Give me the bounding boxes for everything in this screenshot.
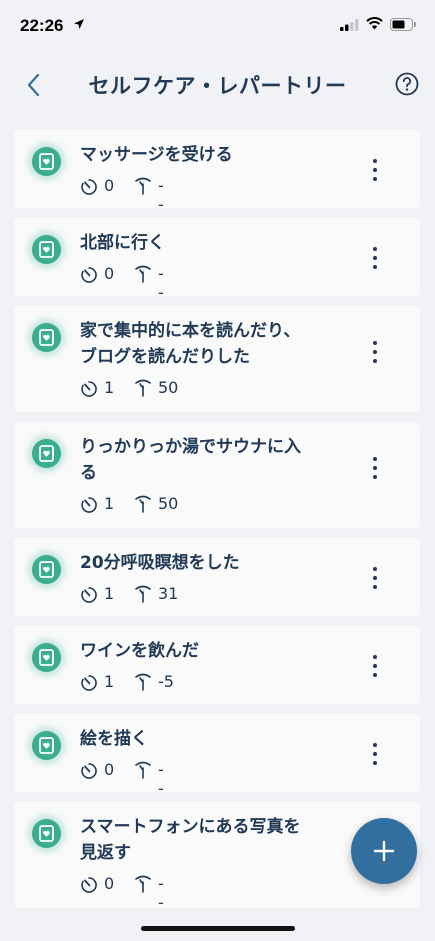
item-title: スマートフォンにある写真を 見返す — [80, 814, 340, 866]
more-vertical-icon[interactable] — [363, 337, 387, 367]
self-care-card-icon — [32, 147, 61, 176]
thermometer-icon — [135, 875, 151, 893]
item-title-line-1: マッサージを受ける — [80, 145, 233, 165]
item-title-line-1: 家で集中的に本を読んだり、 — [80, 321, 301, 341]
self-care-card-icon — [32, 555, 61, 584]
timer-icon — [81, 497, 97, 513]
item-count: 1 — [104, 494, 115, 513]
item-value: -- — [158, 264, 164, 302]
item-title-line-2: ブログを読んだりした — [80, 347, 250, 367]
list-item[interactable]: 20分呼吸瞑想をした 1 31 — [14, 538, 420, 616]
item-title-line-1: 20分呼吸瞑想をした — [80, 553, 240, 573]
timer-icon — [81, 877, 97, 893]
timer-icon — [81, 587, 97, 603]
self-care-card-icon — [32, 643, 61, 672]
list-item[interactable]: りっかりっか湯でサウナに入 る 1 50 — [14, 422, 420, 528]
item-count: 0 — [104, 874, 115, 893]
thermometer-icon — [135, 379, 151, 397]
item-title-line-1: ワインを飲んだ — [80, 641, 199, 661]
self-care-card-icon — [32, 819, 61, 848]
status-bar: 22:26 — [0, 0, 435, 52]
navigation-bar: セルフケア・レパートリー — [0, 52, 435, 116]
self-care-card-icon — [32, 235, 61, 264]
list-item[interactable]: マッサージを受ける 0 -- — [14, 130, 420, 214]
item-value: 50 — [158, 494, 179, 513]
home-indicator — [141, 926, 295, 931]
timer-icon — [81, 675, 97, 691]
thermometer-icon — [135, 673, 151, 691]
page-title: セルフケア・レパートリー — [88, 74, 347, 98]
add-button[interactable] — [351, 818, 417, 884]
item-title-line-2: 見返す — [80, 843, 131, 863]
item-value: -- — [158, 760, 164, 798]
item-title: マッサージを受ける — [80, 142, 340, 168]
item-value: 31 — [158, 584, 179, 603]
item-value: -5 — [158, 672, 174, 691]
item-count: 0 — [104, 176, 115, 195]
item-count: 0 — [104, 264, 115, 283]
help-icon[interactable] — [395, 72, 419, 96]
timer-icon — [81, 763, 97, 779]
self-care-card-icon — [32, 731, 61, 760]
item-count: 1 — [104, 584, 115, 603]
more-vertical-icon[interactable] — [363, 563, 387, 593]
item-title-line-2: る — [80, 463, 97, 483]
list-item[interactable]: 家で集中的に本を読んだり、 ブログを読んだりした 1 50 — [14, 306, 420, 412]
item-title-line-1: りっかりっか湯でサウナに入 — [80, 437, 301, 457]
item-title-line-1: 北部に行く — [80, 233, 165, 253]
list-item[interactable]: 絵を描く 0 -- — [14, 714, 420, 798]
thermometer-icon — [135, 495, 151, 513]
item-title: 北部に行く — [80, 230, 340, 256]
item-title: りっかりっか湯でサウナに入 る — [80, 434, 340, 486]
item-title: 20分呼吸瞑想をした — [80, 550, 340, 576]
list-item[interactable]: ワインを飲んだ 1 -5 — [14, 626, 420, 704]
more-vertical-icon[interactable] — [363, 453, 387, 483]
item-title: 絵を描く — [80, 726, 340, 752]
more-vertical-icon[interactable] — [363, 739, 387, 769]
thermometer-icon — [135, 265, 151, 283]
item-count: 1 — [104, 378, 115, 397]
cellular-signal-icon — [340, 19, 359, 31]
item-count: 1 — [104, 672, 115, 691]
wifi-icon — [366, 17, 383, 30]
status-time: 22:26 — [20, 16, 64, 35]
thermometer-icon — [135, 761, 151, 779]
item-value: -- — [158, 874, 164, 912]
item-title: ワインを飲んだ — [80, 638, 340, 664]
item-title-line-1: スマートフォンにある写真を — [80, 817, 301, 837]
item-title-line-1: 絵を描く — [80, 729, 148, 749]
item-value: -- — [158, 176, 164, 214]
thermometer-icon — [135, 177, 151, 195]
more-vertical-icon[interactable] — [363, 155, 387, 185]
plus-icon — [373, 840, 395, 862]
timer-icon — [81, 179, 97, 195]
item-value: 50 — [158, 378, 179, 397]
self-care-card-icon — [32, 439, 61, 468]
timer-icon — [81, 267, 97, 283]
battery-icon — [390, 18, 416, 31]
more-vertical-icon[interactable] — [363, 651, 387, 681]
location-arrow-icon — [74, 19, 84, 29]
list-item[interactable]: 北部に行く 0 -- — [14, 218, 420, 302]
item-count: 0 — [104, 760, 115, 779]
more-vertical-icon[interactable] — [363, 243, 387, 273]
timer-icon — [81, 381, 97, 397]
self-care-card-icon — [32, 323, 61, 352]
thermometer-icon — [135, 585, 151, 603]
item-title: 家で集中的に本を読んだり、 ブログを読んだりした — [80, 318, 340, 370]
